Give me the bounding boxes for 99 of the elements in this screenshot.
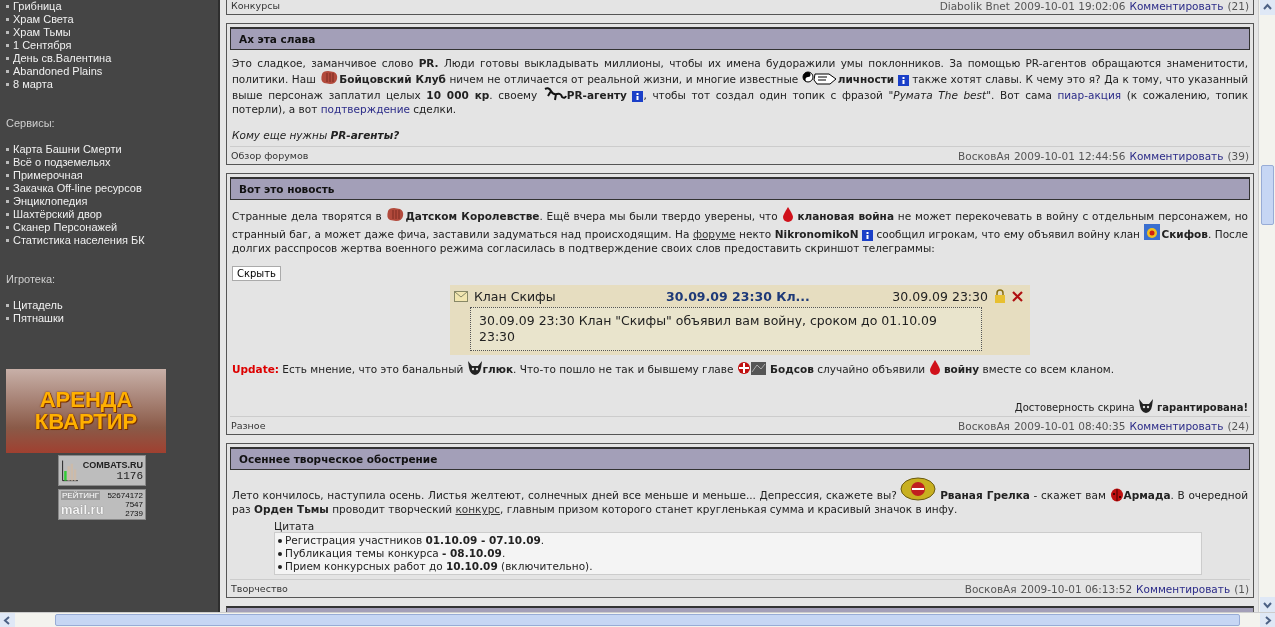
bullet-icon [6,161,9,164]
bullet-icon [6,70,9,73]
sidebar-link[interactable]: Пятнашки [13,312,64,325]
sidebar-link[interactable]: Примерочная [13,169,83,182]
hide-button[interactable]: Скрыть [232,266,281,281]
post-note: Достоверность скрина гарантирована! [232,398,1248,414]
sidebar-link[interactable]: День св.Валентина [13,52,112,65]
post-category: Творчество [231,583,288,595]
post-category: Конкурсы [231,0,280,12]
scroll-up-icon[interactable] [1259,0,1275,15]
comment-link[interactable]: Комментировать [1129,420,1224,432]
blood-drop-icon [928,359,941,376]
blood-drop-icon [781,206,794,223]
bullet-icon [6,18,9,21]
bullet-icon [6,5,9,8]
section-heading: Игротека: [6,273,57,285]
counter-badge[interactable]: COMBATS.RU 1176 [58,455,146,486]
post-title: Ах эта слава [230,27,1250,50]
vertical-scrollbar[interactable] [1258,0,1275,612]
sidebar-link[interactable]: Сканер Персонажей [13,221,118,234]
bullet-icon [6,239,9,242]
bullet-icon [6,44,9,47]
section-heading: Сервисы: [6,117,56,129]
post-author: ВосковАя [958,420,1010,432]
comment-link[interactable]: Комментировать [1129,150,1224,162]
bullet-icon [6,213,9,216]
sidebar-link[interactable]: Шахтёрский двор [13,208,102,221]
bullet-icon [6,226,9,229]
info-icon [862,230,873,241]
pointing-hand-icon [801,70,838,86]
scrollbar-thumb[interactable] [1260,165,1274,225]
telegram-screenshot: Клан Скифы 30.09.09 23:30 Кл... 30.09.09 23:30 30.09.09 23:30 Клан "Скифы" объявил вам войну, сроком до 01.10.09 23:30 [450,285,1030,355]
close-icon [1012,290,1023,302]
post-date: 2009-10-01 19:02:06 [1013,0,1126,12]
bullet-icon [6,31,9,34]
post-date: 2009-10-01 06:13:52 [1020,583,1133,595]
sidebar-link[interactable]: 1 Сентября [13,39,72,52]
bullet-icon [6,317,9,320]
post-author: ВосковАя [958,150,1010,162]
sidebar-link[interactable]: Карта Башни Смерти [13,143,122,156]
creature-icon [542,86,567,102]
bullet-icon [6,57,9,60]
comment-count: (1) [1234,583,1249,595]
quote-box: Регистрация участников 01.10.09 - 07.10.09. Публикация темы конкурса - 08.10.09. Прием конкурсных работ до 10.10.09 (включительно). [274,532,1202,575]
post-category: Обзор форумов [231,150,309,162]
sidebar-link[interactable]: Цитадель [13,299,63,312]
horned-mask-icon [1137,398,1154,414]
sidebar-link[interactable]: Abandoned Plains [13,65,103,78]
fist-icon [319,70,340,86]
post-text: Лето кончилось, наступила осень. Листья желтеют, солнечных дней все меньше и меньше... Депрессия, скажете вы? Рваная Грелка - скажет вам Армада. В очередной раз Орден Тьмы проводит творческий конкурс, главным призом которого станет кругленькая сумма и красивый значок в инфу. [232,476,1248,516]
scrollbar-thumb[interactable] [55,614,1240,626]
scroll-down-icon[interactable] [1259,597,1275,612]
post-text: Странные дела творятся в Датском Королевстве. Ещё вчера мы были твердо уверены, что клановая война не может перекочевать в войну с отдельным персонажем, но странный баг, а может даже фича, заставили задуматься над происходящим. На форуме некто NikronomikoN сообщил игрокам, что ему объявил войну клан Скифов. После долгих расспросов жертва военного режима согласилась в подтверждение своих слов предоставить скриншот телеграммы: [232,206,1248,255]
rosette-icon [900,476,937,502]
post-author: Diabolik Bnet [939,0,1010,12]
info-icon [632,91,644,102]
post-text: Update: Есть мнение, что это банальный глюк. Что-то пошло не так и бывшему главе Бодсов случайно объявили войну вместе со всем кланом. [232,359,1248,376]
sidebar-link[interactable]: Храм Тьмы [13,26,71,39]
link[interactable]: подтверждение [320,103,410,115]
link[interactable]: форуме [692,228,736,240]
sidebar-link[interactable]: Закачка Off-line ресурсов [13,182,142,195]
info-icon [897,75,909,86]
scroll-left-icon[interactable] [0,613,15,627]
sidebar-link[interactable]: Грибница [13,0,62,13]
bullet-icon [6,304,9,307]
post-text: Кому еще нужны PR-агенты? [232,128,401,142]
bullet-icon [6,200,9,203]
fist-icon [385,207,406,223]
post-date: 2009-10-01 12:44:56 [1013,150,1126,162]
comment-count: (39) [1227,150,1249,162]
beetle-icon [1109,487,1124,502]
comment-link[interactable]: Комментировать [1136,583,1231,595]
bullet-icon [6,83,9,86]
post-title: Осеннее творческое обострение [230,447,1250,470]
post-author: ВосковАя [964,583,1017,595]
lock-icon [994,289,1006,303]
sidebar-link[interactable]: Статистика населения БК [13,234,145,247]
post-date: 2009-10-01 08:40:35 [1013,420,1126,432]
post-title: Вот это новость [230,177,1250,200]
shield-icon [1143,223,1162,241]
post-text: Это сладкое, заманчивое слово PR. Люди готовы выкладывать миллионы, чтобы их имена будоражили умы поклонников. За помощью PR-агентов обращаются знаменитости, политики. Наш Бойцовский Клуб ничем не отличается от реальной жизни, и многие известные личности также хотят славы. К чему это я? Да к тому, что указанный выше персонаж заплатил целых 10 000 кр. своему PR-агенту , чтобы тот создал один топик с фразой "Румата The best". Вот сама пиар-акция (к сожалению, топик потерли), а вот подтверждение сделки. [232,56,1248,116]
horned-mask-icon [466,360,483,376]
horizontal-scrollbar[interactable] [0,612,1275,627]
sidebar-link[interactable]: Всё о подземельях [13,156,111,169]
post-category: Разное [231,420,266,432]
comment-link[interactable]: Комментировать [1129,0,1224,12]
bullet-icon [6,148,9,151]
bullet-icon [6,174,9,177]
scroll-right-icon[interactable] [1260,613,1275,627]
comment-count: (21) [1227,0,1249,12]
envelope-icon [454,290,468,302]
sidebar-link[interactable]: Храм Света [13,13,74,26]
quote-label: Цитата [274,520,316,532]
bullet-icon [6,187,9,190]
sidebar-link[interactable]: 8 марта [13,78,53,91]
link[interactable]: пиар-акция [1057,89,1122,101]
sidebar-link[interactable]: Энциклопедия [13,195,88,208]
clan-emblem-icon [736,360,767,376]
comment-count: (24) [1227,420,1249,432]
